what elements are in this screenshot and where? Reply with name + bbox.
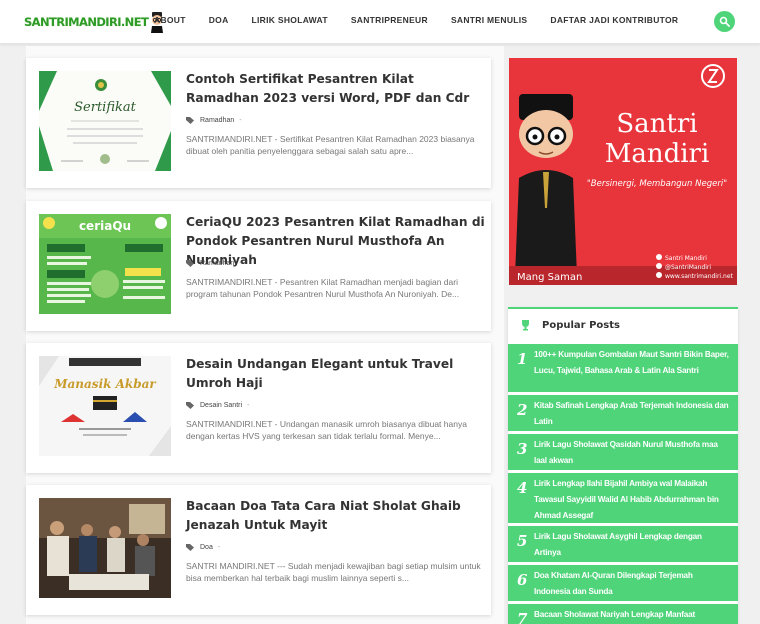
post-thumbnail[interactable]: [39, 498, 171, 598]
prayer-photo-thumb-image: [39, 498, 171, 598]
nav-santri-menulis[interactable]: SANTRI MENULIS: [451, 15, 527, 25]
post-meta: Doa -: [186, 543, 220, 551]
popular-post-rank: 2: [517, 401, 528, 419]
post-meta: Ramadhan -: [186, 259, 242, 267]
post-excerpt: SANTRI MANDIRI.NET --- Sudah menjadi kew…: [186, 561, 481, 583]
popular-post-title[interactable]: Kitab Safinah Lengkap Arab Terjemah Indo…: [534, 395, 730, 431]
popular-post-rank: 6: [517, 571, 528, 589]
popular-post-item[interactable]: 7 Bacaan Sholawat Nariyah Lengkap Manfaa…: [508, 604, 738, 624]
thumb-ceriaqu-text: ceriaQu: [79, 219, 131, 233]
nav-daftar-kontributor[interactable]: DAFTAR JADI KONTRIBUTOR: [550, 15, 678, 25]
post-card: Bacaan Doa Tata Cara Niat Sholat Ghaib J…: [26, 485, 491, 615]
post-label[interactable]: Doa: [200, 544, 213, 551]
post-thumbnail[interactable]: Sertifikat: [39, 71, 171, 171]
nav-about[interactable]: ABOUT: [154, 15, 186, 25]
post-excerpt: SANTRIMANDIRI.NET - Undangan manasik umr…: [186, 419, 467, 441]
certificate-thumb-image: Sertifikat: [39, 71, 171, 171]
post-label[interactable]: Ramadhan: [200, 117, 234, 124]
tag-icon: [186, 260, 194, 267]
popular-posts-title: Popular Posts: [542, 320, 620, 331]
meta-separator: -: [239, 116, 242, 124]
thumb-certificate-text: Sertifikat: [74, 100, 136, 115]
post-title[interactable]: Desain Undangan Elegant untuk Travel Umr…: [186, 355, 486, 393]
popular-post-rank: 7: [517, 610, 528, 624]
popular-post-rank: 5: [517, 532, 528, 550]
post-card: Manasik Akbar Desain Undangan Elegant un…: [26, 343, 491, 473]
search-icon: [719, 16, 730, 27]
contact-facebook: Santri Mandiri: [665, 255, 707, 262]
post-title[interactable]: Contoh Sertifikat Pesantren Kilat Ramadh…: [186, 70, 486, 108]
post-title[interactable]: Bacaan Doa Tata Cara Niat Sholat Ghaib J…: [186, 497, 486, 535]
santri-mandiri-banner: Mang Saman Santri Mandiri "Bersinergi, M…: [509, 58, 737, 285]
popular-post-rank: 4: [517, 479, 528, 497]
popular-post-rank: 3: [517, 440, 528, 458]
popular-post-title[interactable]: Doa Khatam Al-Quran Dilengkapi Terjemah …: [534, 565, 730, 601]
post-excerpt: SANTRIMANDIRI.NET - Pesantren Kilat Rama…: [186, 277, 460, 299]
site-logo[interactable]: SANTRIMANDIRI.NET: [24, 10, 165, 34]
sidebar-banner-ad[interactable]: Mang Saman Santri Mandiri "Bersinergi, M…: [509, 58, 737, 285]
tag-icon: [186, 402, 194, 409]
ceriaqu-thumb-image: ceriaQu: [39, 214, 171, 314]
popular-post-title[interactable]: Bacaan Sholawat Nariyah Lengkap Manfaat: [534, 604, 730, 624]
post-meta: Ramadhan -: [186, 116, 242, 124]
tag-icon: [186, 117, 194, 124]
popular-post-title[interactable]: 100++ Kumpulan Gombalan Maut Santri Biki…: [534, 344, 730, 392]
contact-website: www.santrimandiri.net: [665, 273, 734, 280]
popular-post-item[interactable]: 5 Lirik Lagu Sholawat Asyghil Lengkap de…: [508, 526, 738, 562]
meta-separator: -: [217, 543, 221, 551]
popular-post-item[interactable]: 1 100++ Kumpulan Gombalan Maut Santri Bi…: [508, 344, 738, 392]
trophy-icon: [522, 320, 529, 331]
nav-lirik-sholawat[interactable]: LIRIK SHOLAWAT: [252, 15, 328, 25]
top-navigation-bar: SANTRIMANDIRI.NET ABOUT DOA LIRIK SHOLAW…: [0, 0, 760, 44]
popular-post-title[interactable]: Lirik Lagu Sholawat Qasidah Nurul Mustho…: [534, 434, 730, 470]
nav-santripreneur[interactable]: SANTRIPRENEUR: [351, 15, 428, 25]
popular-post-item[interactable]: 6 Doa Khatam Al-Quran Dilengkapi Terjema…: [508, 565, 738, 601]
post-meta: Desain Santri -: [186, 401, 249, 409]
popular-posts-widget: Popular Posts 1 100++ Kumpulan Gombalan …: [508, 307, 738, 624]
character-name: Mang Saman: [517, 272, 582, 283]
post-thumbnail[interactable]: Manasik Akbar: [39, 356, 171, 456]
post-thumbnail[interactable]: ceriaQu: [39, 214, 171, 314]
post-label[interactable]: Ramadhan: [200, 260, 234, 267]
logo-text: SANTRIMANDIRI.NET: [24, 15, 149, 29]
manasik-thumb-image: Manasik Akbar: [39, 356, 171, 456]
post-card: Sertifikat Contoh Sertifikat Pesantren K…: [26, 58, 491, 188]
popular-post-item[interactable]: 3 Lirik Lagu Sholawat Qasidah Nurul Must…: [508, 434, 738, 470]
meta-separator: -: [247, 401, 250, 409]
nav-doa[interactable]: DOA: [209, 15, 229, 25]
banner-tagline: "Bersinergi, Membangun Negeri": [587, 179, 727, 189]
post-excerpt: SANTRIMANDIRI.NET - Sertifikat Pesantren…: [186, 134, 475, 156]
thumb-manasik-text: Manasik Akbar: [53, 377, 157, 391]
post-list: Sertifikat Contoh Sertifikat Pesantren K…: [26, 46, 504, 624]
meta-separator: -: [239, 259, 242, 267]
search-button[interactable]: [714, 11, 735, 32]
popular-post-title[interactable]: Lirik Lengkap Ilahi Bijahil Ambiya wal M…: [534, 473, 730, 523]
popular-post-rank: 1: [517, 350, 528, 368]
post-card: ceriaQu CeriaQU 2023 Pesantren Kilat Ram…: [26, 201, 491, 331]
popular-posts-header: Popular Posts: [508, 309, 738, 342]
popular-post-title[interactable]: Lirik Lagu Sholawat Asyghil Lengkap deng…: [534, 526, 730, 562]
popular-post-item[interactable]: 2 Kitab Safinah Lengkap Arab Terjemah In…: [508, 395, 738, 431]
contact-instagram: @SantriMandiri: [665, 264, 711, 271]
popular-post-item[interactable]: 4 Lirik Lengkap Ilahi Bijahil Ambiya wal…: [508, 473, 738, 523]
banner-brand-line2: Mandiri: [605, 139, 710, 169]
tag-icon: [186, 544, 194, 551]
main-nav: ABOUT DOA LIRIK SHOLAWAT SANTRIPRENEUR S…: [154, 15, 701, 25]
banner-brand-line1: Santri: [616, 109, 697, 139]
post-label[interactable]: Desain Santri: [200, 402, 242, 409]
